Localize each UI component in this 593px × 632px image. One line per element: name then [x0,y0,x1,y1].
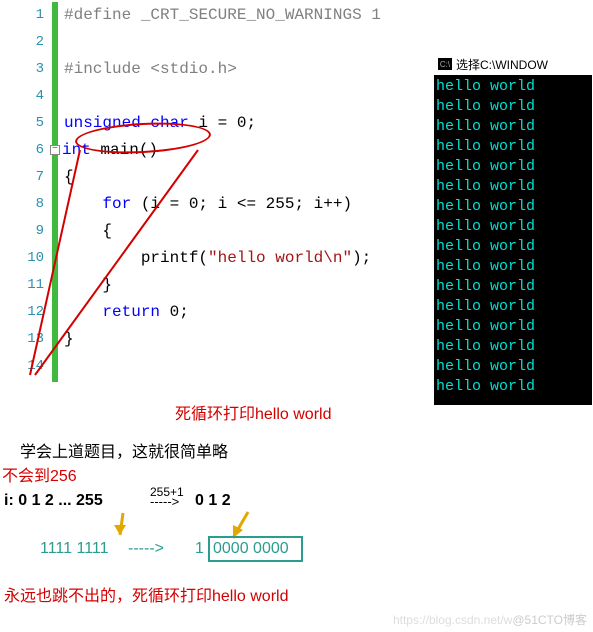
binary-one: 1 [195,540,204,558]
console-line: hello world [436,217,590,237]
fold-icon[interactable] [50,145,60,155]
console-line: hello world [436,377,590,397]
console-window: C:\ 选择C:\WINDOW hello worldhello worldhe… [434,53,592,405]
code-line[interactable] [64,83,381,110]
code-line[interactable]: #define _CRT_SECURE_NO_WARNINGS 1 [64,2,381,29]
line-number: 6 [2,137,50,164]
line-number: 14 [2,353,50,380]
console-titlebar[interactable]: C:\ 选择C:\WINDOW [434,53,592,75]
learn-annotation: 学会上道题目，这就很简单略 [20,438,228,462]
console-line: hello world [436,157,590,177]
line-number: 3 [2,56,50,83]
line-number: 2 [2,29,50,56]
code-line[interactable]: for (i = 0; i <= 255; i++) [64,191,381,218]
console-icon: C:\ [438,58,452,70]
console-output: hello worldhello worldhello worldhello w… [434,75,592,399]
line-number: 1 [2,2,50,29]
line-number-gutter: 1234567891011121314 [2,2,50,380]
line-number: 5 [2,110,50,137]
not256-annotation: 不会到256 [2,462,77,486]
console-line: hello world [436,297,590,317]
line-number: 12 [2,299,50,326]
code-line[interactable]: { [64,218,381,245]
code-line[interactable]: return 0; [64,299,381,326]
console-line: hello world [436,97,590,117]
binary-right: 0000 0000 [213,540,289,558]
code-line[interactable] [64,353,381,380]
watermark: https://blog.csdn.net/w@51CTO博客 [393,611,587,628]
code-line[interactable]: printf("hello world\n"); [64,245,381,272]
code-content: #define _CRT_SECURE_NO_WARNINGS 1 #includ… [64,2,381,380]
console-line: hello world [436,237,590,257]
console-line: hello world [436,197,590,217]
line-number: 13 [2,326,50,353]
line-number: 9 [2,218,50,245]
seq-arrow: -----> [150,494,179,509]
code-line[interactable]: } [64,326,381,353]
seq-after: 0 1 2 [195,492,231,510]
console-line: hello world [436,357,590,377]
code-line[interactable] [64,29,381,56]
console-line: hello world [436,277,590,297]
console-line: hello world [436,177,590,197]
line-number: 7 [2,164,50,191]
console-line: hello world [436,137,590,157]
code-line[interactable]: { [64,164,381,191]
loop-annotation: 死循环打印hello world [175,400,332,424]
console-line: hello world [436,117,590,137]
binary-left: 1111 1111 [40,540,109,558]
conclusion-annotation: 永远也跳不出的，死循环打印hello world [4,582,289,606]
code-line[interactable]: } [64,272,381,299]
console-line: hello world [436,77,590,97]
binary-dash: -----> [128,540,164,558]
line-number: 11 [2,272,50,299]
line-number: 4 [2,83,50,110]
console-line: hello world [436,337,590,357]
line-number: 10 [2,245,50,272]
console-title-text: 选择C:\WINDOW [456,56,548,73]
change-marker-bar [52,2,58,382]
console-line: hello world [436,317,590,337]
console-line: hello world [436,257,590,277]
code-line[interactable]: #include <stdio.h> [64,56,381,83]
line-number: 8 [2,191,50,218]
seq-i: i: 0 1 2 ... 255 [4,492,103,510]
